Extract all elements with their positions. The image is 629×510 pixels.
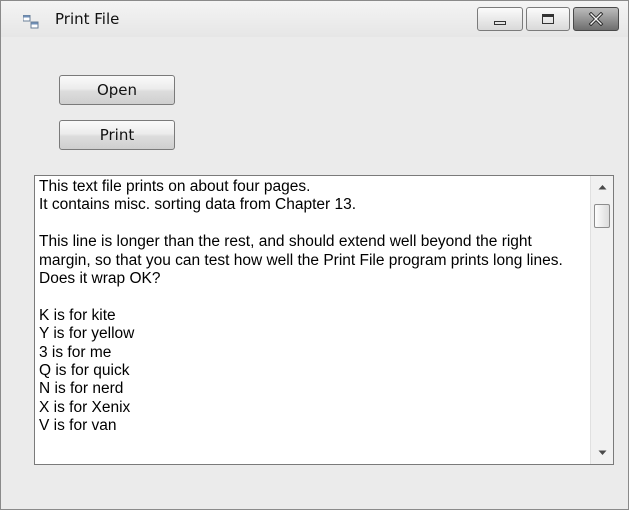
print-button[interactable]: Print bbox=[59, 120, 175, 150]
minimize-icon bbox=[494, 21, 506, 25]
window-title: Print File bbox=[55, 10, 120, 28]
minimize-button[interactable] bbox=[477, 7, 523, 31]
arrow-up-icon bbox=[598, 185, 606, 190]
maximize-icon bbox=[542, 14, 554, 24]
app-window-icon bbox=[23, 15, 39, 29]
maximize-button[interactable] bbox=[526, 7, 570, 31]
open-button[interactable]: Open bbox=[59, 75, 175, 105]
arrow-down-icon bbox=[598, 450, 606, 455]
file-text-box[interactable]: This text file prints on about four page… bbox=[34, 175, 614, 465]
client-area: Open Print This text file prints on abou… bbox=[1, 37, 628, 509]
file-text-content[interactable]: This text file prints on about four page… bbox=[39, 178, 587, 462]
scroll-down-button[interactable] bbox=[591, 442, 613, 464]
close-icon bbox=[588, 12, 604, 26]
title-bar[interactable]: Print File bbox=[1, 1, 628, 37]
close-button[interactable] bbox=[573, 7, 619, 31]
vertical-scrollbar[interactable] bbox=[590, 176, 613, 464]
scroll-up-button[interactable] bbox=[591, 176, 613, 198]
scroll-thumb[interactable] bbox=[594, 204, 610, 228]
print-file-window: Print File Open Print This text file pri… bbox=[0, 0, 629, 510]
